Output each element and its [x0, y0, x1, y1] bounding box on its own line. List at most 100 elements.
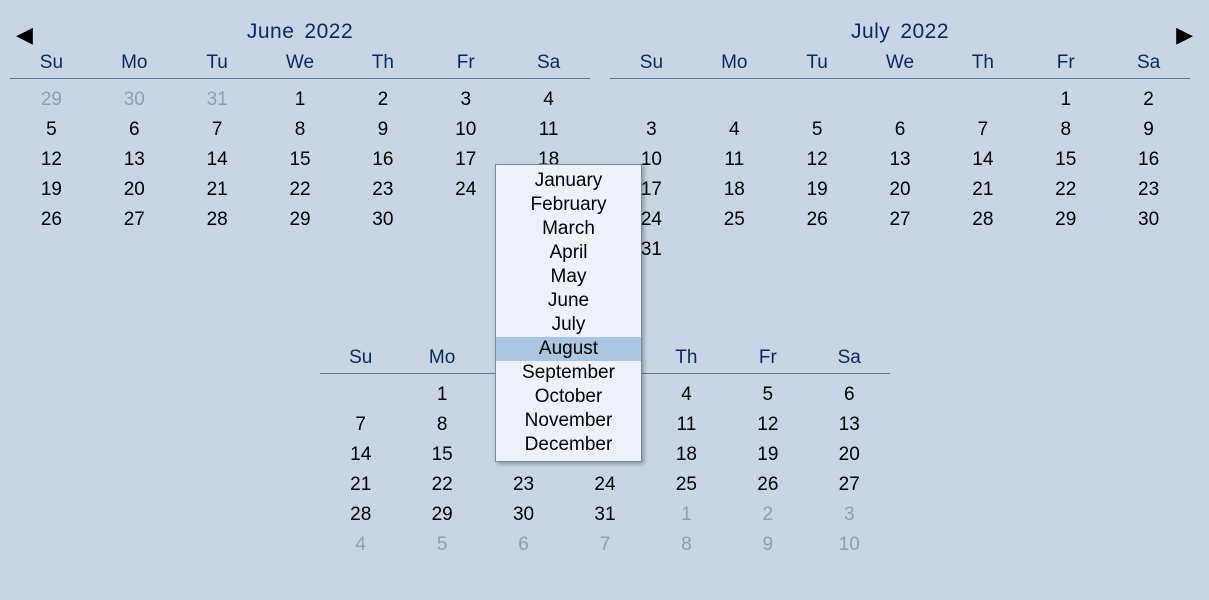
day-cell[interactable]: 11 — [646, 410, 727, 440]
day-cell[interactable]: 13 — [93, 145, 176, 175]
month-option-february[interactable]: February — [496, 193, 641, 217]
day-cell[interactable]: 19 — [10, 175, 93, 205]
day-cell[interactable]: 26 — [10, 205, 93, 235]
day-cell[interactable]: 1 — [1024, 85, 1107, 115]
month-title-june[interactable]: June2022 — [10, 20, 590, 44]
day-cell[interactable]: 4 — [507, 85, 590, 115]
month-option-may[interactable]: May — [496, 265, 641, 289]
day-cell[interactable]: 31 — [176, 85, 259, 115]
day-cell[interactable]: 27 — [859, 205, 942, 235]
day-cell[interactable]: 2 — [1107, 85, 1190, 115]
month-option-november[interactable]: November — [496, 409, 641, 433]
day-cell[interactable]: 8 — [1024, 115, 1107, 145]
month-option-april[interactable]: April — [496, 241, 641, 265]
day-cell[interactable]: 7 — [320, 410, 401, 440]
day-cell[interactable]: 30 — [483, 500, 564, 530]
day-cell[interactable]: 26 — [727, 470, 808, 500]
day-cell[interactable]: 12 — [776, 145, 859, 175]
day-cell[interactable]: 15 — [259, 145, 342, 175]
day-cell[interactable]: 23 — [341, 175, 424, 205]
month-option-august[interactable]: August — [496, 337, 641, 361]
day-cell[interactable]: 16 — [341, 145, 424, 175]
day-cell[interactable]: 5 — [776, 115, 859, 145]
day-cell[interactable]: 28 — [941, 205, 1024, 235]
day-cell[interactable]: 22 — [1024, 175, 1107, 205]
day-cell[interactable]: 12 — [727, 410, 808, 440]
day-cell[interactable]: 20 — [809, 440, 890, 470]
day-cell[interactable]: 21 — [176, 175, 259, 205]
day-cell[interactable]: 15 — [1024, 145, 1107, 175]
day-cell[interactable]: 30 — [1107, 205, 1190, 235]
day-cell[interactable]: 27 — [93, 205, 176, 235]
day-cell[interactable]: 11 — [507, 115, 590, 145]
day-cell[interactable]: 22 — [401, 470, 482, 500]
day-cell[interactable]: 25 — [646, 470, 727, 500]
month-option-october[interactable]: October — [496, 385, 641, 409]
day-cell[interactable]: 14 — [176, 145, 259, 175]
day-cell[interactable]: 14 — [941, 145, 1024, 175]
day-cell[interactable]: 8 — [401, 410, 482, 440]
day-cell[interactable]: 21 — [320, 470, 401, 500]
day-cell[interactable]: 6 — [93, 115, 176, 145]
day-cell[interactable]: 3 — [809, 500, 890, 530]
day-cell[interactable]: 1 — [646, 500, 727, 530]
day-cell[interactable]: 5 — [727, 380, 808, 410]
day-cell[interactable]: 9 — [727, 530, 808, 560]
day-cell[interactable]: 2 — [727, 500, 808, 530]
day-cell[interactable]: 5 — [10, 115, 93, 145]
month-option-december[interactable]: December — [496, 433, 641, 457]
month-option-june[interactable]: June — [496, 289, 641, 313]
day-cell[interactable]: 5 — [401, 530, 482, 560]
day-cell[interactable]: 7 — [941, 115, 1024, 145]
day-cell[interactable]: 30 — [93, 85, 176, 115]
day-cell[interactable]: 24 — [564, 470, 645, 500]
day-cell[interactable]: 29 — [10, 85, 93, 115]
day-cell[interactable]: 8 — [646, 530, 727, 560]
month-option-july[interactable]: July — [496, 313, 641, 337]
month-option-january[interactable]: January — [496, 169, 641, 193]
day-cell[interactable]: 16 — [1107, 145, 1190, 175]
day-cell[interactable]: 11 — [693, 145, 776, 175]
day-cell[interactable]: 22 — [259, 175, 342, 205]
month-picker-popup[interactable]: JanuaryFebruaryMarchAprilMayJuneJulyAugu… — [495, 164, 642, 462]
day-cell[interactable]: 3 — [610, 115, 693, 145]
day-cell[interactable]: 25 — [693, 205, 776, 235]
day-cell[interactable]: 4 — [646, 380, 727, 410]
day-cell[interactable]: 2 — [341, 85, 424, 115]
day-cell[interactable]: 10 — [424, 115, 507, 145]
day-cell[interactable]: 29 — [401, 500, 482, 530]
day-cell[interactable]: 6 — [809, 380, 890, 410]
month-option-september[interactable]: September — [496, 361, 641, 385]
day-cell[interactable]: 18 — [693, 175, 776, 205]
day-cell[interactable]: 9 — [1107, 115, 1190, 145]
day-cell[interactable]: 4 — [320, 530, 401, 560]
day-cell[interactable]: 21 — [941, 175, 1024, 205]
day-cell[interactable]: 28 — [176, 205, 259, 235]
day-cell[interactable]: 8 — [259, 115, 342, 145]
day-cell[interactable]: 29 — [259, 205, 342, 235]
day-cell[interactable]: 19 — [727, 440, 808, 470]
day-cell[interactable]: 14 — [320, 440, 401, 470]
day-cell[interactable]: 4 — [693, 115, 776, 145]
day-cell[interactable]: 6 — [483, 530, 564, 560]
day-cell[interactable]: 31 — [564, 500, 645, 530]
day-cell[interactable]: 20 — [93, 175, 176, 205]
month-option-march[interactable]: March — [496, 217, 641, 241]
month-title-july[interactable]: July2022 — [610, 20, 1190, 44]
day-cell[interactable]: 27 — [809, 470, 890, 500]
day-cell[interactable]: 19 — [776, 175, 859, 205]
day-cell[interactable]: 20 — [859, 175, 942, 205]
day-cell[interactable]: 18 — [646, 440, 727, 470]
day-cell[interactable]: 28 — [320, 500, 401, 530]
day-cell[interactable]: 26 — [776, 205, 859, 235]
day-cell[interactable]: 23 — [1107, 175, 1190, 205]
day-cell[interactable]: 7 — [564, 530, 645, 560]
day-cell[interactable]: 13 — [809, 410, 890, 440]
day-cell[interactable]: 15 — [401, 440, 482, 470]
day-cell[interactable]: 12 — [10, 145, 93, 175]
day-cell[interactable]: 1 — [401, 380, 482, 410]
day-cell[interactable]: 13 — [859, 145, 942, 175]
day-cell[interactable]: 9 — [341, 115, 424, 145]
day-cell[interactable]: 6 — [859, 115, 942, 145]
day-cell[interactable]: 30 — [341, 205, 424, 235]
